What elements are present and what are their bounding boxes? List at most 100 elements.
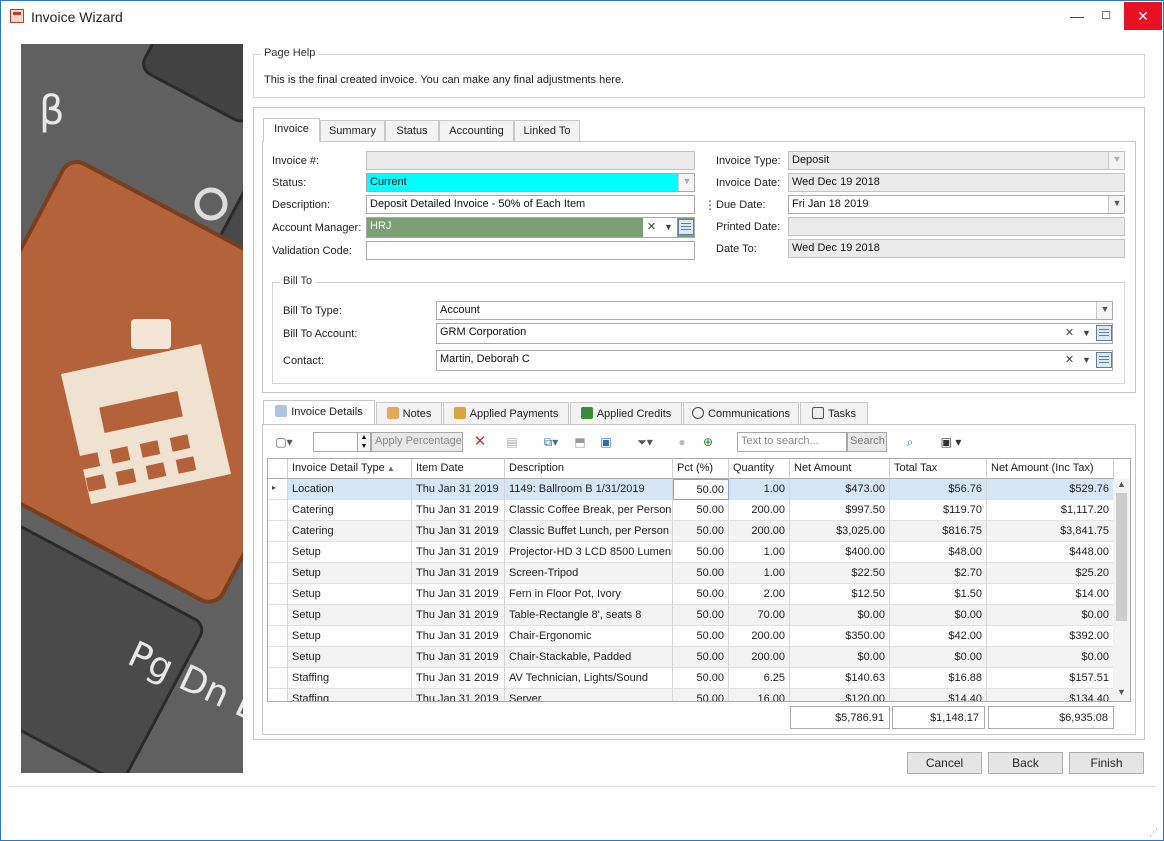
grid-cell[interactable]: 1.00 (729, 479, 790, 500)
grid-cell[interactable]: $350.00 (790, 626, 890, 647)
grid-cell[interactable]: 50.00 (673, 626, 729, 647)
description-field[interactable]: Deposit Detailed Invoice - 50% of Each I… (366, 195, 695, 214)
tab-linked-to[interactable]: Linked To (514, 120, 580, 142)
grid-cell[interactable]: 200.00 (729, 647, 790, 668)
grid-cell[interactable]: $1,117.20 (987, 500, 1114, 521)
column-header[interactable]: Total Tax (890, 459, 987, 479)
grid-cell[interactable]: Thu Jan 31 2019 (412, 563, 505, 584)
invoice-date-field[interactable]: Wed Dec 19 2018 (788, 173, 1125, 192)
grid-cell[interactable]: 50.00 (673, 500, 729, 521)
grid-cell[interactable]: $140.63 (790, 668, 890, 689)
grid-cell[interactable]: Table-Rectangle 8', seats 8 (505, 605, 673, 626)
grid-cell[interactable]: $157.51 (987, 668, 1114, 689)
chevron-down-icon[interactable]: ▼ (1078, 324, 1095, 343)
bill-to-type-dropdown[interactable]: Account ▼ (436, 301, 1113, 320)
grid-cell[interactable]: $42.00 (890, 626, 987, 647)
sort-ascending-icon[interactable]: ▲ (385, 464, 395, 473)
invoice-number-field[interactable] (366, 151, 695, 170)
grid-cell[interactable]: 50.00 (673, 605, 729, 626)
search-button[interactable]: Search (847, 432, 887, 452)
grid-cell[interactable]: $392.00 (987, 626, 1114, 647)
cancel-button[interactable]: Cancel (907, 752, 982, 774)
row-indicator[interactable] (268, 521, 288, 542)
grid-cell[interactable]: $473.00 (790, 479, 890, 500)
splitter-handle[interactable]: ⋮ (704, 198, 716, 212)
grid-cell[interactable]: $400.00 (790, 542, 890, 563)
grid-cell[interactable]: 1149: Ballroom B 1/31/2019 (505, 479, 673, 500)
chevron-down-icon[interactable]: ▼ (1108, 196, 1124, 213)
grid-cell[interactable]: 6.25 (729, 668, 790, 689)
grid-cell[interactable]: Setup (288, 647, 412, 668)
tab-tasks[interactable]: Tasks (800, 402, 868, 424)
grid-cell[interactable]: $48.00 (890, 542, 987, 563)
grid-cell[interactable]: Staffing (288, 689, 412, 701)
grid-cell[interactable]: 2.00 (729, 584, 790, 605)
column-header[interactable]: Item Date (412, 459, 505, 479)
grid-cell[interactable]: $448.00 (987, 542, 1114, 563)
tab-applied-payments[interactable]: Applied Payments (443, 402, 569, 424)
finish-button[interactable]: Finish (1069, 752, 1144, 774)
grid-cell[interactable]: Setup (288, 605, 412, 626)
back-button[interactable]: Back (988, 752, 1063, 774)
status-dropdown[interactable]: Current ▼ (366, 173, 695, 192)
grid-cell[interactable]: $12.50 (790, 584, 890, 605)
new-item-icon[interactable]: ▢▾ (271, 433, 297, 451)
grid-cell[interactable]: $1.50 (890, 584, 987, 605)
grid-cell[interactable]: Classic Coffee Break, per Person (505, 500, 673, 521)
grid-cell[interactable]: 1.00 (729, 563, 790, 584)
scroll-up-icon[interactable]: ▲ (1117, 479, 1126, 489)
grid-cell[interactable]: 70.00 (729, 605, 790, 626)
clear-icon[interactable]: ✕ (1061, 351, 1078, 370)
grid-cell[interactable]: $997.50 (790, 500, 890, 521)
copy-icon[interactable]: ⧉▾ (537, 433, 565, 451)
find-icon[interactable]: ⌕ (901, 433, 919, 451)
search-input[interactable]: Text to search... (737, 432, 847, 452)
grid-cell[interactable]: $529.76 (987, 479, 1114, 500)
row-indicator[interactable] (268, 584, 288, 605)
clear-icon[interactable]: ✕ (643, 218, 660, 237)
percentage-input[interactable] (313, 432, 358, 452)
grid-cell[interactable]: 50.00 (673, 584, 729, 605)
invoice-type-dropdown[interactable]: Deposit ▼ (788, 151, 1125, 170)
row-indicator[interactable] (268, 605, 288, 626)
save-layout-icon[interactable]: ▣ ▾ (933, 433, 969, 451)
close-button[interactable]: ✕ (1124, 2, 1162, 30)
grid-cell[interactable]: $0.00 (890, 605, 987, 626)
grid-cell[interactable]: $25.20 (987, 563, 1114, 584)
grid-cell[interactable]: Thu Jan 31 2019 (412, 668, 505, 689)
grid-cell[interactable]: $2.70 (890, 563, 987, 584)
printed-date-field[interactable] (788, 217, 1125, 236)
grid-cell[interactable]: Screen-Tripod (505, 563, 673, 584)
grid-cell[interactable]: Thu Jan 31 2019 (412, 605, 505, 626)
save-item-icon[interactable]: ▣ (597, 433, 615, 451)
grid-cell[interactable]: 16.00 (729, 689, 790, 701)
resize-grip-icon[interactable]: ⋰ (1149, 827, 1158, 838)
download-icon[interactable]: ⊕ (699, 433, 717, 451)
tab-applied-credits[interactable]: Applied Credits (570, 402, 682, 424)
grid-cell[interactable]: Thu Jan 31 2019 (412, 647, 505, 668)
grid-cell[interactable]: 50.00 (673, 689, 729, 701)
minimize-button[interactable]: — (1062, 2, 1092, 30)
vertical-scrollbar[interactable]: ▲ ▼ (1113, 479, 1130, 701)
grid-cell[interactable]: 50.00 (673, 668, 729, 689)
filter-icon[interactable]: ⏷▾ (631, 433, 659, 451)
chevron-down-icon[interactable]: ▼ (1096, 302, 1112, 319)
chevron-down-icon[interactable]: ▼ (1108, 152, 1124, 169)
grid-cell[interactable]: Setup (288, 584, 412, 605)
clear-icon[interactable]: ✕ (1061, 324, 1078, 343)
tab-invoice[interactable]: Invoice (263, 118, 320, 142)
grid-cell[interactable]: Projector-HD 3 LCD 8500 Lumens (505, 542, 673, 563)
column-header[interactable]: Invoice Detail Type ▲ (288, 459, 412, 479)
due-date-picker[interactable]: Fri Jan 18 2019 ▼ (788, 195, 1125, 214)
grid-cell[interactable]: $0.00 (790, 605, 890, 626)
grid-cell[interactable]: $14.00 (987, 584, 1114, 605)
account-manager-field[interactable]: HRJ ✕ ▼ (366, 217, 695, 238)
row-indicator[interactable] (268, 668, 288, 689)
grid-cell[interactable]: $0.00 (987, 647, 1114, 668)
grid-cell[interactable]: Setup (288, 563, 412, 584)
grid-cell[interactable]: Catering (288, 500, 412, 521)
tab-summary[interactable]: Summary (320, 120, 385, 142)
percentage-spinner[interactable]: ▲ ▼ (357, 432, 371, 452)
grid-cell[interactable]: Catering (288, 521, 412, 542)
tab-notes[interactable]: Notes (376, 402, 442, 424)
